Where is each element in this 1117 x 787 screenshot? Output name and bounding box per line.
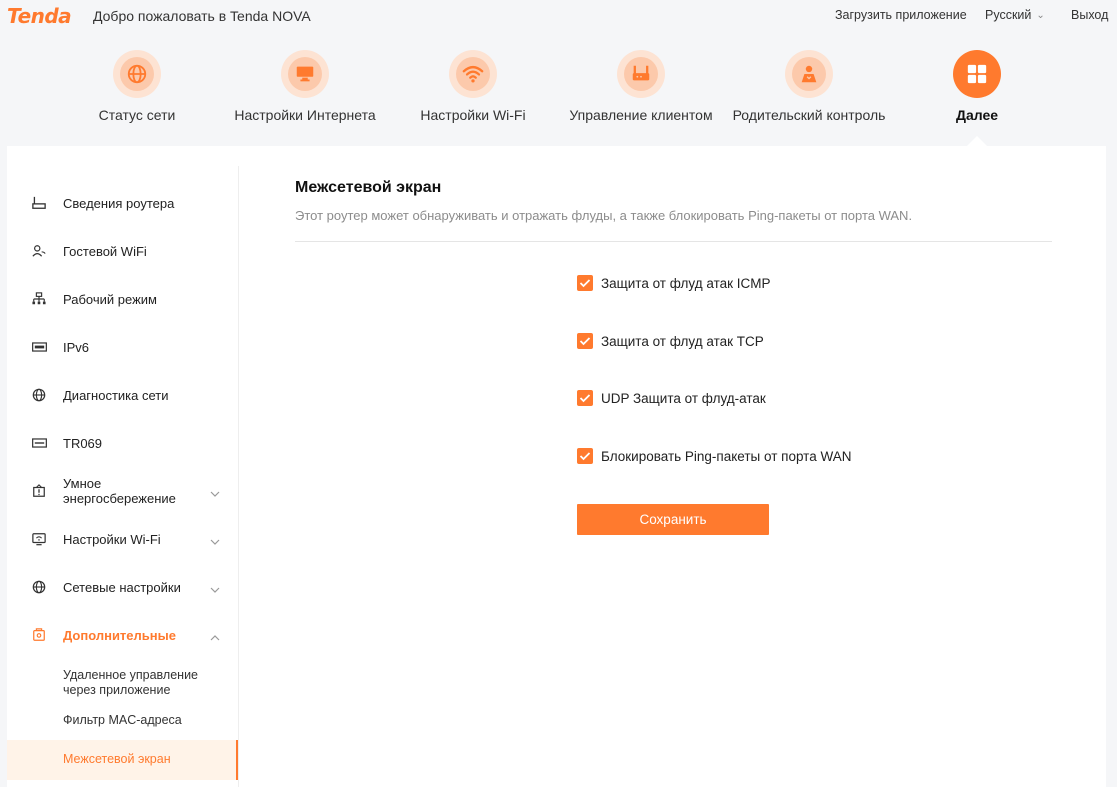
divider xyxy=(295,241,1052,242)
download-app-link[interactable]: Загрузить приложение xyxy=(835,8,967,22)
topology-icon xyxy=(31,291,47,307)
tenda-logo[interactable]: Tenda xyxy=(7,4,72,28)
sidebar-item-label: Рабочий режим xyxy=(63,291,157,307)
sidebar-item-network-settings[interactable]: Сетевые настройки xyxy=(7,563,238,611)
advanced-icon xyxy=(31,627,47,643)
sidebar-subitem-label: Фильтр MAC-адреса xyxy=(63,713,182,727)
wifi-settings-icon xyxy=(31,531,47,547)
nav-label: Далее xyxy=(955,107,999,123)
monitor-icon xyxy=(281,50,329,98)
sidebar-item-router-info[interactable]: Сведения роутера xyxy=(7,179,238,227)
language-select[interactable]: Русский ⌄ xyxy=(985,8,1045,22)
parental-icon xyxy=(785,50,833,98)
sidebar-subitem-label: Межсетевой экран xyxy=(63,752,171,766)
globe-icon xyxy=(113,50,161,98)
sidebar-subitem-label: Удаленное управление через приложение xyxy=(63,668,198,697)
sidebar-subitem-remote-management[interactable]: Удаленное управление через приложение xyxy=(7,663,238,703)
guest-wifi-icon xyxy=(31,243,47,259)
globe-icon xyxy=(31,387,47,403)
checkbox-checked-icon[interactable] xyxy=(577,390,593,406)
checkbox-label: Блокировать Ping-пакеты от порта WAN xyxy=(601,448,852,464)
nav-wifi-settings[interactable]: Настройки Wi-Fi xyxy=(383,50,563,130)
save-button[interactable]: Сохранить xyxy=(577,504,769,535)
main-panel: Сведения роутера Гостевой WiFi Рабочий р… xyxy=(7,146,1106,787)
checkbox-label: Защита от флуд атак ICMP xyxy=(601,275,771,291)
nav-more[interactable]: Далее xyxy=(887,50,1067,130)
globe-icon xyxy=(31,579,47,595)
page-description: Этот роутер может обнаруживать и отражат… xyxy=(295,208,913,223)
wifi-icon xyxy=(449,50,497,98)
chevron-up-icon xyxy=(210,630,220,641)
chevron-down-icon xyxy=(210,534,220,545)
chevron-down-icon: ⌄ xyxy=(1036,10,1045,21)
sidebar-item-wifi-settings[interactable]: Настройки Wi-Fi xyxy=(7,515,238,563)
sidebar-item-label: Сетевые настройки xyxy=(63,579,181,595)
welcome-text: Добро пожаловать в Tenda NOVA xyxy=(93,8,311,24)
icmp-flood-checkbox[interactable]: Защита от флуд атак ICMP xyxy=(577,274,771,292)
sidebar-item-advanced[interactable]: Дополнительные xyxy=(7,611,238,659)
sidebar-item-tr069[interactable]: TR069 xyxy=(7,419,238,467)
logout-link[interactable]: Выход xyxy=(1071,8,1108,22)
nav-internet-settings[interactable]: Настройки Интернета xyxy=(215,50,395,130)
sidebar-subitem-mac-filter[interactable]: Фильтр MAC-адреса xyxy=(7,707,238,733)
udp-flood-checkbox[interactable]: UDP Защита от флуд-атак xyxy=(577,389,766,407)
checkbox-label: UDP Защита от флуд-атак xyxy=(601,390,766,406)
sidebar-item-guest-wifi[interactable]: Гостевой WiFi xyxy=(7,227,238,275)
checkbox-checked-icon[interactable] xyxy=(577,275,593,291)
sidebar-item-label: Умное энергосбережение xyxy=(63,476,176,506)
sidebar-item-label: Гостевой WiFi xyxy=(63,243,147,259)
sidebar-item-label: Дополнительные xyxy=(63,627,176,643)
checkbox-checked-icon[interactable] xyxy=(577,448,593,464)
sidebar-item-diagnostics[interactable]: Диагностика сети xyxy=(7,371,238,419)
checkbox-checked-icon[interactable] xyxy=(577,333,593,349)
nav-label: Настройки Wi-Fi xyxy=(420,107,526,123)
nav-client-management[interactable]: Управление клиентом xyxy=(551,50,731,130)
chevron-down-icon xyxy=(210,486,220,497)
sidebar-subitem-firewall[interactable]: Межсетевой экран xyxy=(7,740,238,780)
nav-label: Настройки Интернета xyxy=(234,107,376,123)
grid-icon xyxy=(953,50,1001,98)
router-icon xyxy=(617,50,665,98)
nav-label: Родительский контроль xyxy=(732,107,886,123)
active-nav-pointer xyxy=(967,136,987,146)
ipv6-icon xyxy=(31,339,47,355)
block-wan-ping-checkbox[interactable]: Блокировать Ping-пакеты от порта WAN xyxy=(577,447,851,465)
nav-parental-control[interactable]: Родительский контроль xyxy=(719,50,899,130)
nav-label: Статус сети xyxy=(98,107,176,123)
sidebar-item-ipv6[interactable]: IPv6 xyxy=(7,323,238,371)
sidebar-item-label: Сведения роутера xyxy=(63,195,175,211)
nav-network-status[interactable]: Статус сети xyxy=(47,50,227,130)
page-title: Межсетевой экран xyxy=(295,179,442,196)
nav-label: Управление клиентом xyxy=(569,107,713,123)
tcp-flood-checkbox[interactable]: Защита от флуд атак TCP xyxy=(577,332,764,350)
sidebar-item-label: Диагностика сети xyxy=(63,387,169,403)
top-bar: Tenda Добро пожаловать в Tenda NOVA Загр… xyxy=(0,0,1117,32)
router-info-icon xyxy=(31,195,47,211)
sidebar-item-work-mode[interactable]: Рабочий режим xyxy=(7,275,238,323)
sidebar-item-label: Настройки Wi-Fi xyxy=(63,531,161,547)
language-label: Русский xyxy=(985,8,1032,22)
sidebar-item-label: TR069 xyxy=(63,435,103,451)
checkbox-label: Защита от флуд атак TCP xyxy=(601,333,764,349)
sidebar-item-label: IPv6 xyxy=(63,339,90,355)
tr069-icon xyxy=(31,435,47,451)
chevron-down-icon xyxy=(210,582,220,593)
sidebar-item-power-saving[interactable]: Умное энергосбережение xyxy=(7,467,238,515)
sidebar: Сведения роутера Гостевой WiFi Рабочий р… xyxy=(7,166,239,787)
power-save-icon xyxy=(31,483,47,499)
